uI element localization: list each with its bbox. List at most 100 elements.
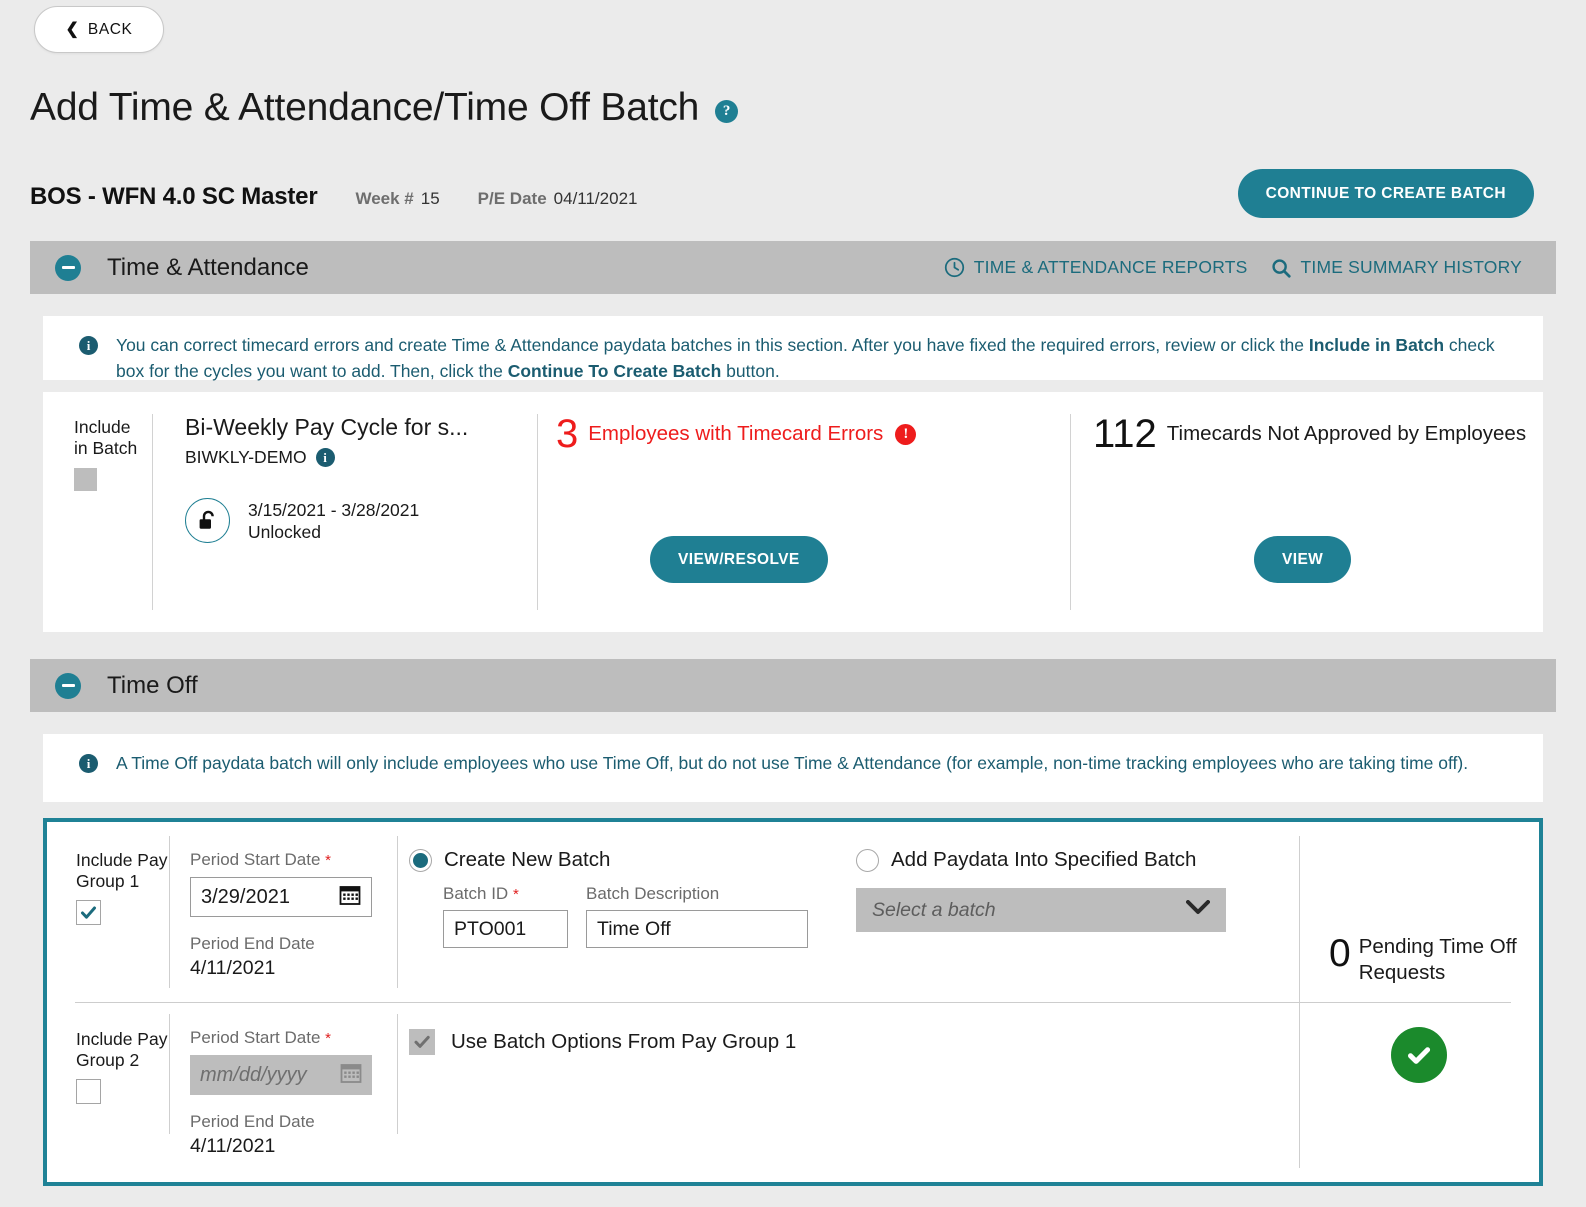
pay-group-2-start-date-label: Period Start Date * — [190, 1028, 372, 1048]
info-part-1: You can correct timecard errors and crea… — [116, 335, 1309, 355]
time-attendance-reports-label: TIME & ATTENDANCE REPORTS — [974, 257, 1248, 278]
unlocked-padlock-icon — [185, 498, 230, 543]
pay-group-1-start-date-value: 3/29/2021 — [201, 886, 290, 909]
info-part-3: button. — [721, 361, 779, 381]
pay-group-1-dates-column: Period Start Date * 3/29/2021 — [169, 822, 397, 1002]
pay-cycle-lock-row: 3/15/2021 - 3/28/2021 Unlocked — [185, 498, 515, 543]
view-resolve-button[interactable]: VIEW/RESOLVE — [650, 536, 828, 583]
pay-group-2-start-date-input[interactable]: mm/dd/yyyy — [190, 1055, 372, 1095]
week-value: 15 — [421, 189, 440, 209]
calendar-icon — [340, 1062, 362, 1089]
batch-id-input[interactable]: PTO001 — [443, 910, 568, 948]
create-new-batch-radio[interactable] — [409, 849, 432, 872]
time-summary-history-label: TIME SUMMARY HISTORY — [1301, 257, 1523, 278]
time-attendance-info-text: You can correct timecard errors and crea… — [116, 332, 1523, 384]
page-title-row: Add Time & Attendance/Time Off Batch ? — [30, 86, 738, 130]
pay-group-1-start-date-input[interactable]: 3/29/2021 — [190, 877, 372, 917]
select-batch-dropdown[interactable]: Select a batch — [856, 888, 1226, 932]
batch-description-label: Batch Description — [586, 884, 808, 904]
use-batch-options-label: Use Batch Options From Pay Group 1 — [451, 1030, 796, 1054]
include-in-batch-label: Include in Batch — [74, 417, 146, 459]
time-attendance-reports-link[interactable]: TIME & ATTENDANCE REPORTS — [944, 257, 1248, 278]
back-button-label: BACK — [88, 21, 133, 39]
help-icon[interactable]: ? — [715, 100, 738, 123]
clock-icon — [944, 257, 965, 278]
required-asterisk: * — [325, 852, 331, 869]
pay-cycle-column: Bi-Weekly Pay Cycle for s... BIWKLY-DEMO… — [153, 392, 538, 632]
page-root: ❮ BACK Add Time & Attendance/Time Off Ba… — [0, 0, 1586, 1207]
pay-cycle-code-row: BIWKLY-DEMO i — [185, 447, 515, 468]
week-label: Week # — [355, 189, 413, 209]
time-off-batch-card: 0 Pending Time Off Requests Include Pay … — [43, 818, 1543, 1186]
add-paydata-radio[interactable] — [856, 849, 879, 872]
batch-description-value: Time Off — [597, 918, 671, 941]
pay-group-1-include-checkbox[interactable] — [76, 900, 101, 925]
select-batch-placeholder: Select a batch — [872, 899, 996, 922]
create-new-batch-label: Create New Batch — [444, 848, 610, 872]
batch-description-input[interactable]: Time Off — [586, 910, 808, 948]
calendar-icon[interactable] — [339, 884, 361, 911]
batch-id-field-group: Batch ID * PTO001 — [443, 884, 568, 948]
timecard-errors-label: Employees with Timecard Errors — [588, 422, 883, 446]
required-asterisk: * — [325, 1030, 331, 1047]
pay-cycle-lock-text: 3/15/2021 - 3/28/2021 Unlocked — [248, 499, 419, 543]
timecard-errors-count: 3 — [556, 414, 578, 454]
sub-header: BOS - WFN 4.0 SC Master Week # 15 P/E Da… — [30, 183, 637, 211]
pay-cycle-name: Bi-Weekly Pay Cycle for s... — [185, 414, 515, 441]
pay-group-2-dates-column: Period Start Date * mm/dd/yyyy — [169, 1002, 397, 1180]
time-summary-history-link[interactable]: TIME SUMMARY HISTORY — [1270, 257, 1523, 279]
info-bold-continue-to-create-batch: Continue To Create Batch — [508, 361, 722, 381]
pe-date-label: P/E Date — [478, 189, 547, 209]
back-button[interactable]: ❮ BACK — [34, 6, 164, 53]
pay-cycle-code: BIWKLY-DEMO — [185, 447, 307, 468]
page-title: Add Time & Attendance/Time Off Batch — [30, 86, 699, 130]
add-paydata-label: Add Paydata Into Specified Batch — [891, 848, 1196, 872]
time-off-info-banner: i A Time Off paydata batch will only inc… — [43, 734, 1543, 802]
pay-group-1-start-date-label: Period Start Date * — [190, 850, 372, 870]
pay-group-2-start-date-placeholder: mm/dd/yyyy — [200, 1064, 307, 1087]
time-attendance-section-links: TIME & ATTENDANCE REPORTS TIME SUMMARY H… — [944, 257, 1522, 279]
batch-id-label: Batch ID * — [443, 884, 568, 904]
add-paydata-radio-row[interactable]: Add Paydata Into Specified Batch — [856, 848, 1226, 872]
minus-circle-icon[interactable] — [55, 673, 81, 699]
time-attendance-cycle-card: Include in Batch Bi-Weekly Pay Cycle for… — [43, 392, 1543, 632]
pay-group-2-end-date-value: 4/11/2021 — [190, 1135, 372, 1158]
pay-group-2-include-label: Include Pay Group 2 — [76, 1029, 168, 1071]
time-attendance-info-banner: i You can correct timecard errors and cr… — [43, 316, 1543, 380]
required-asterisk: * — [513, 886, 519, 903]
timecards-not-approved-stat: 112 Timecards Not Approved by Employees — [1093, 414, 1526, 454]
batch-id-value: PTO001 — [454, 918, 526, 941]
pay-group-2-row: Include Pay Group 2 Period Start Date * … — [47, 1002, 1539, 1180]
pay-group-1-end-date-value: 4/11/2021 — [190, 957, 372, 980]
use-batch-options-checkbox[interactable] — [409, 1029, 435, 1055]
chevron-left-icon: ❮ — [65, 22, 78, 38]
minus-circle-icon[interactable] — [55, 255, 81, 281]
exclamation-badge-icon: ! — [895, 424, 916, 445]
info-icon: i — [79, 754, 98, 773]
timecard-errors-column: 3 Employees with Timecard Errors ! VIEW/… — [538, 392, 1071, 632]
create-new-batch-radio-row[interactable]: Create New Batch — [409, 848, 808, 872]
timecards-not-approved-label: Timecards Not Approved by Employees — [1167, 422, 1526, 446]
add-paydata-into-batch-column: Add Paydata Into Specified Batch Select … — [852, 822, 1299, 1002]
include-in-batch-column: Include in Batch — [43, 392, 153, 632]
include-in-batch-checkbox[interactable] — [74, 468, 97, 491]
time-attendance-section-title: Time & Attendance — [107, 254, 309, 282]
search-icon — [1270, 257, 1292, 279]
pay-group-2-include-checkbox[interactable] — [76, 1079, 101, 1104]
continue-to-create-batch-button[interactable]: CONTINUE TO CREATE BATCH — [1238, 169, 1534, 218]
pay-group-2-include-column: Include Pay Group 2 — [47, 1002, 169, 1180]
timecard-errors-stat: 3 Employees with Timecard Errors ! — [556, 414, 916, 454]
time-off-section-title: Time Off — [107, 672, 198, 700]
time-off-info-text: A Time Off paydata batch will only inclu… — [116, 750, 1468, 776]
use-batch-options-column: Use Batch Options From Pay Group 1 — [397, 1002, 1299, 1180]
batch-description-field-group: Batch Description Time Off — [586, 884, 808, 948]
pay-cycle-info-icon[interactable]: i — [316, 448, 335, 467]
info-bold-include-in-batch: Include in Batch — [1309, 335, 1444, 355]
info-icon: i — [79, 336, 98, 355]
pay-group-2-end-date-label: Period End Date — [190, 1112, 372, 1132]
view-button[interactable]: VIEW — [1254, 536, 1351, 583]
pay-group-1-include-column: Include Pay Group 1 — [47, 822, 169, 1002]
company-name: BOS - WFN 4.0 SC Master — [30, 183, 317, 211]
pay-cycle-date-range: 3/15/2021 - 3/28/2021 — [248, 499, 419, 521]
use-batch-options-row[interactable]: Use Batch Options From Pay Group 1 — [409, 1029, 796, 1055]
